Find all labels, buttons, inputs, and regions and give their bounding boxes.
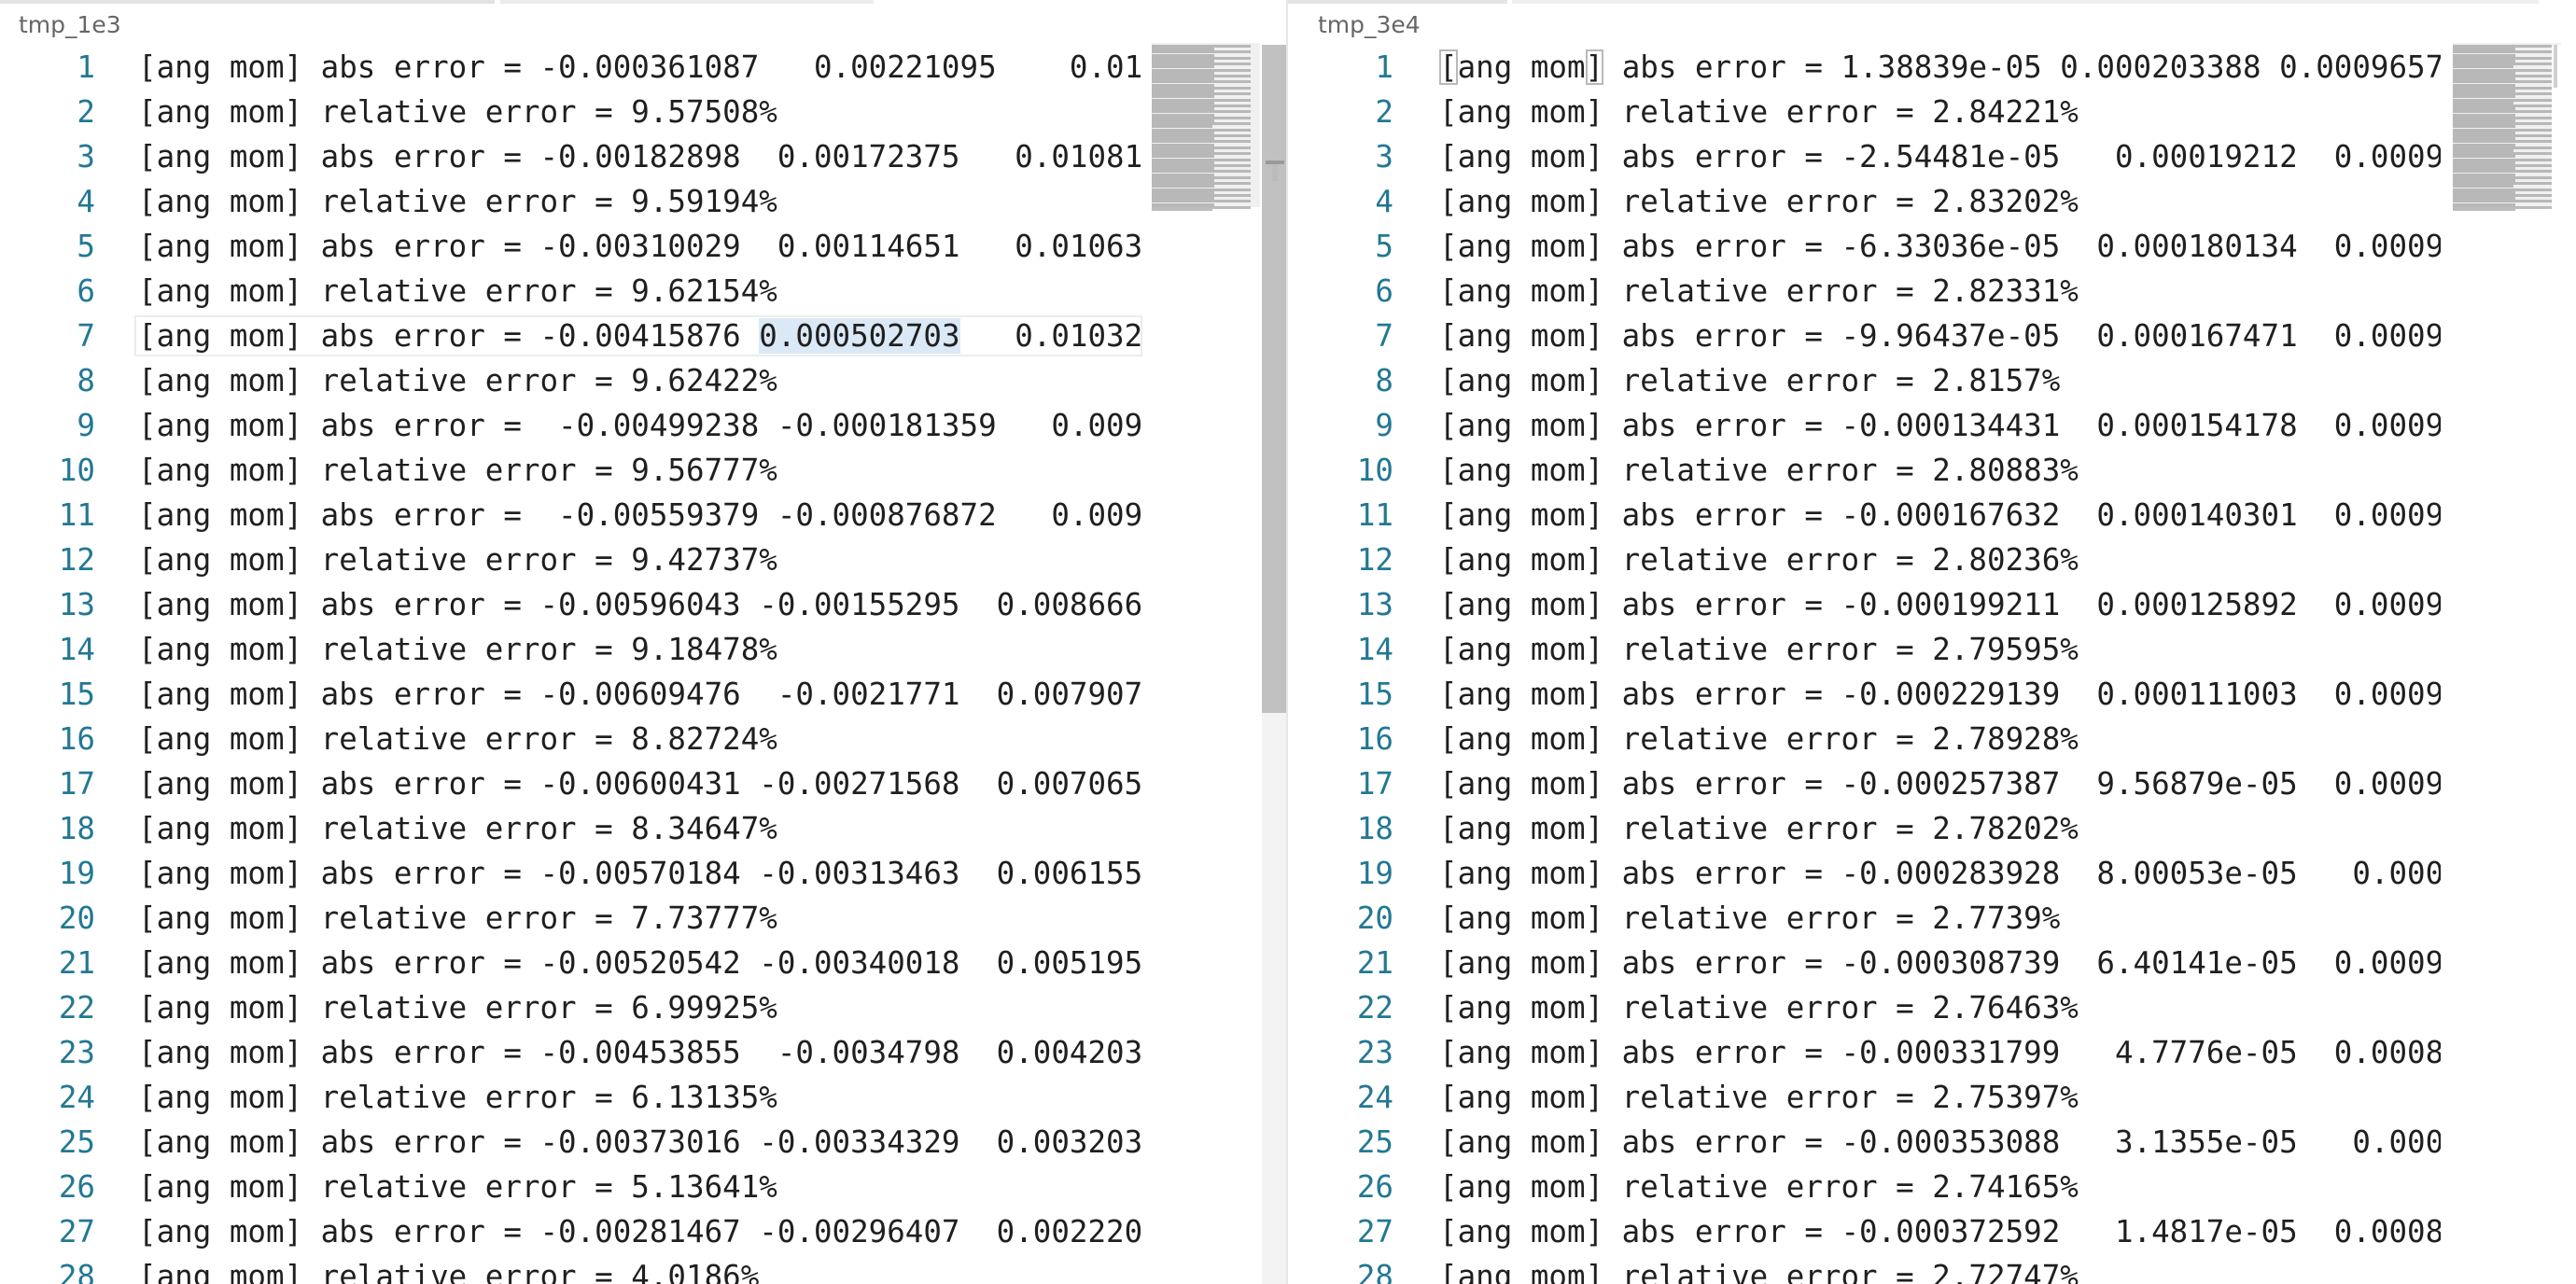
code-line-text: [ang mom] relative error = 9.18478% <box>138 632 777 667</box>
scrollbar-thumb[interactable] <box>2554 45 2557 88</box>
code-line-text: [ang mom] abs error = -0.00600431 -0.002… <box>138 766 1141 802</box>
code-line-text: [ang mom] relative error = 9.42737% <box>138 542 777 578</box>
tab-strip <box>1512 0 2539 4</box>
code-line-text: [ang mom] abs error = -0.00609476 -0.002… <box>138 677 1141 712</box>
code-line-text: [ang mom] relative error = 2.84221% <box>1439 94 2079 130</box>
tab-strip <box>1288 0 1507 4</box>
code-line-text: [ang mom] relative error = 2.74165% <box>1439 1169 2079 1205</box>
code-line-text: [ang mom] abs error = -0.00453855 -0.003… <box>138 1035 1141 1070</box>
code-line-text: [ang mom] abs error = -9.96437e-05 0.000… <box>1439 318 2441 354</box>
code-line-text: [ang mom] abs error = -0.000167632 0.000… <box>1439 497 2441 533</box>
code-line-text: [ang mom] abs error = -0.000229139 0.000… <box>1439 677 2441 712</box>
code-line-text: [ang mom] relative error = 2.78202% <box>1439 811 2079 846</box>
code-line-text: [ang mom] relative error = 2.80883% <box>1439 453 2079 488</box>
code-line-text: [ang mom] abs error = -0.000353088 3.135… <box>1439 1124 2441 1160</box>
code-line-text: [ang mom] abs error = -0.00570184 -0.003… <box>138 856 1141 891</box>
bracket-match: [ <box>1439 49 1458 85</box>
overview-ruler-mark <box>1272 164 1278 181</box>
code-line-text: [ang mom] relative error = 9.56777% <box>138 453 777 488</box>
code-line-text: [ang mom] relative error = 9.62154% <box>138 273 777 309</box>
code-line-text: [ang mom] abs error = -2.54481e-05 0.000… <box>1439 139 2441 174</box>
code-line-text: [ang mom] abs error = -0.00310029 0.0011… <box>138 229 1141 264</box>
code-line-text: [ang mom] relative error = 2.80236% <box>1439 542 2079 578</box>
selection-highlight: 0.000502703 <box>759 318 960 354</box>
code-line-text: [ang mom] relative error = 2.83202% <box>1439 184 2079 219</box>
tab-tmp-1e3[interactable]: tmp_1e3 <box>19 11 121 38</box>
minimap[interactable] <box>1152 43 1260 211</box>
tab-strip <box>500 0 874 4</box>
code-line-text: [ang mom] abs error = -0.00520542 -0.003… <box>138 945 1141 981</box>
code-line-text: [ang mom] abs error = -0.00373016 -0.003… <box>138 1124 1141 1160</box>
vertical-scrollbar[interactable] <box>2552 45 2576 1284</box>
code-line-text: [ang mom] relative error = 8.82724% <box>138 721 777 757</box>
code-line-text: [ang mom] abs error = -0.000257387 9.568… <box>1439 766 2441 802</box>
code-line-text: [ang mom] relative error = 2.7739% <box>1439 900 2061 936</box>
code-line-text: [ang mom] abs error = -0.000331799 4.777… <box>1439 1035 2441 1070</box>
code-line-text: [ang mom] abs error = -0.00182898 0.0017… <box>138 139 1141 174</box>
text-viewport[interactable]: [ang mom] abs error = -0.000361087 0.002… <box>0 45 1141 1284</box>
code-line-text: [ang mom] abs error = -0.000134431 0.000… <box>1439 408 2441 443</box>
code-line-text: [ang mom] abs error = -0.000372592 1.481… <box>1439 1214 2441 1249</box>
code-line-text: [ang mom] relative error = 2.8157% <box>1439 363 2061 398</box>
code-line-text: [ang mom] abs error = -0.000199211 0.000… <box>1439 587 2441 622</box>
code-line-text: [ang mom] abs error = -0.000283928 8.000… <box>1439 856 2441 891</box>
code-line-text: [ang mom] relative error = 7.73777% <box>138 900 777 936</box>
code-line-text: [ang mom] relative error = 2.79595% <box>1439 632 2079 667</box>
code-line-text: [ang mom] abs error = -0.00281467 -0.002… <box>138 1214 1141 1249</box>
minimap-line <box>1152 209 1212 211</box>
editor-pane-left[interactable]: tmp_1e3 1 2 3 4 5 6 7 8 9 10 11 12 13 14 15 16 17 18 19 20 2… <box>0 0 1288 1284</box>
bracket-match: ] <box>1585 49 1604 85</box>
code-line-text: [ang mom] abs error = -0.00596043 -0.001… <box>138 587 1141 622</box>
text-viewport[interactable]: [ang mom] abs error = 1.38839e-05 0.0002… <box>1288 45 2441 1284</box>
code-line-text: [ang mom] relative error = 2.76463% <box>1439 990 2079 1026</box>
editor-pane-right[interactable]: tmp_3e4 1 2 3 4 5 6 7 8 9 10 11 12 13 14 15 16 17 18 19 20 2… <box>1288 0 2576 1284</box>
code-line-text: [ang mom] relative error = 8.34647% <box>138 811 777 846</box>
code-line-text: [ang mom] relative error = 9.62422% <box>138 363 777 398</box>
code-line-text: [ang mom] relative error = 6.13135% <box>138 1080 777 1115</box>
tab-bar: tmp_3e4 <box>1288 0 2576 45</box>
code-line-text: [ang mom] abs error = -0.000308739 6.401… <box>1439 945 2441 981</box>
scrollbar-thumb[interactable] <box>1262 45 1286 713</box>
code-line-text: [ang mom] abs error = -0.000361087 0.002… <box>138 49 1141 85</box>
code-line-text: [ang mom] relative error = 2.75397% <box>1439 1080 2079 1115</box>
code-line-text: [ang mom] abs error = -0.00559379 -0.000… <box>138 497 1141 533</box>
minimap-line <box>2453 209 2515 211</box>
code-line-text: [ang mom] relative error = 9.59194% <box>138 184 777 219</box>
code-line-text: [ang mom] relative error = 2.72747% <box>1439 1259 2079 1284</box>
vertical-scrollbar[interactable] <box>1262 45 1286 1284</box>
tab-tmp-3e4[interactable]: tmp_3e4 <box>1318 11 1421 38</box>
code-line-text: [ang mom] relative error = 6.99925% <box>138 990 777 1026</box>
code-line-text: [ang mom] abs error = -0.00415876 0.0005… <box>138 318 1141 354</box>
code-line-text: [ang mom] abs error = 1.38839e-05 0.0002… <box>1439 49 2441 85</box>
code-line-text: [ang mom] relative error = 5.13641% <box>138 1169 777 1205</box>
tab-bar: tmp_1e3 <box>0 0 1288 45</box>
code-line-text: [ang mom] abs error = -6.33036e-05 0.000… <box>1439 229 2441 264</box>
minimap[interactable] <box>2453 43 2561 211</box>
code-line-text: [ang mom] relative error = 4.0186% <box>138 1259 760 1284</box>
code-line-text: [ang mom] relative error = 9.57508% <box>138 94 777 130</box>
tab-strip <box>0 0 495 4</box>
code-line-text: [ang mom] relative error = 2.82331% <box>1439 273 2079 309</box>
code-line-text: [ang mom] relative error = 2.78928% <box>1439 721 2079 757</box>
code-line-text: [ang mom] abs error = -0.00499238 -0.000… <box>138 408 1141 443</box>
